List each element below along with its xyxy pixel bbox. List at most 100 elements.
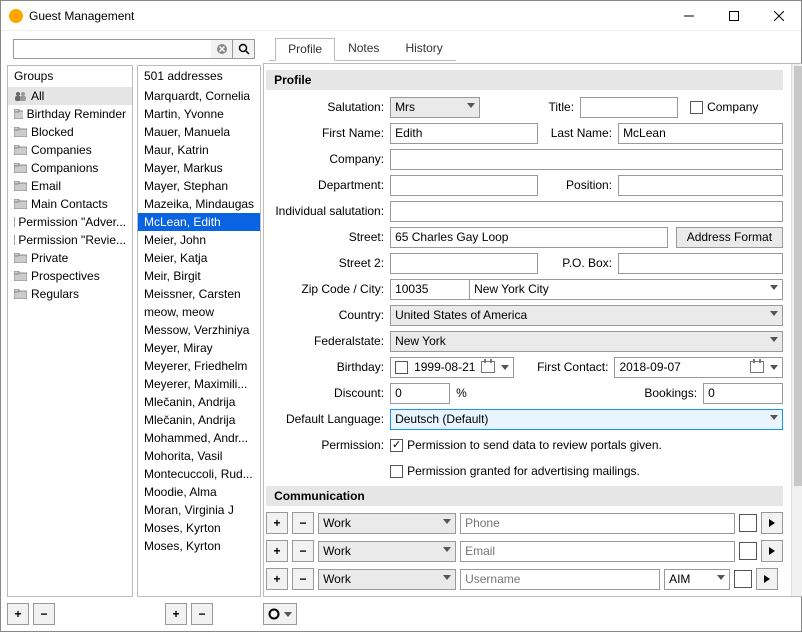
maximize-button[interactable] (711, 1, 756, 30)
pobox-input[interactable] (618, 253, 783, 274)
address-item[interactable]: Moses, Kyrton (138, 519, 260, 537)
tab-profile[interactable]: Profile (275, 38, 335, 61)
address-item[interactable]: Mayer, Stephan (138, 177, 260, 195)
address-item[interactable]: Mlečanin, Andrija (138, 393, 260, 411)
group-item[interactable]: Private (8, 249, 132, 267)
tab-history[interactable]: History (392, 37, 455, 60)
company-input[interactable] (390, 149, 783, 170)
tab-notes[interactable]: Notes (335, 37, 392, 60)
address-item[interactable]: Moran, Virginia J (138, 501, 260, 519)
comm-add-button[interactable]: + (266, 540, 288, 562)
comm-checkbox[interactable] (739, 542, 757, 560)
search-input[interactable] (13, 39, 211, 59)
comm-checkbox[interactable] (739, 514, 757, 532)
address-item[interactable]: Meier, John (138, 231, 260, 249)
address-item[interactable]: Meir, Birgit (138, 267, 260, 285)
comm-service-select[interactable]: AIM (664, 569, 730, 590)
comm-add-button[interactable]: + (266, 568, 288, 590)
address-item[interactable]: Meyer, Miray (138, 339, 260, 357)
street-input[interactable] (390, 227, 668, 248)
group-item[interactable]: Regulars (8, 285, 132, 303)
address-item[interactable]: Maur, Katrin (138, 141, 260, 159)
group-item[interactable]: Companies (8, 141, 132, 159)
address-item[interactable]: McLean, Edith (138, 213, 260, 231)
group-item[interactable]: Prospectives (8, 267, 132, 285)
comm-value-input[interactable] (460, 569, 660, 590)
comm-value-input[interactable] (460, 513, 735, 534)
birthday-picker[interactable]: 1999-08-21 (390, 357, 514, 378)
comm-add-button[interactable]: + (266, 512, 288, 534)
search-button[interactable] (233, 39, 255, 59)
address-item[interactable]: Mazeika, Mindaugas (138, 195, 260, 213)
city-select[interactable]: New York City (469, 279, 783, 300)
address-format-button[interactable]: Address Format (676, 227, 783, 248)
comm-action-button[interactable] (756, 568, 778, 590)
address-item[interactable]: Mohammed, Andr... (138, 429, 260, 447)
communication-section-header: Communication (266, 486, 783, 506)
title-input[interactable] (580, 97, 678, 118)
comm-remove-button[interactable]: − (292, 540, 314, 562)
perm-advertising-checkbox[interactable] (390, 465, 403, 478)
address-item[interactable]: Marquardt, Cornelia (138, 87, 260, 105)
group-item[interactable]: Main Contacts (8, 195, 132, 213)
discount-input[interactable] (390, 383, 450, 404)
comm-value-input[interactable] (460, 541, 735, 562)
perm-review-checkbox[interactable] (390, 439, 403, 452)
address-item[interactable]: Messow, Verzhiniya (138, 321, 260, 339)
content-scrollbar[interactable] (791, 64, 802, 596)
add-address-button[interactable]: + (165, 603, 187, 625)
comm-action-button[interactable] (761, 540, 783, 562)
address-item[interactable]: Mayer, Markus (138, 159, 260, 177)
position-input[interactable] (618, 175, 783, 196)
deflang-select[interactable]: Deutsch (Default) (390, 409, 783, 430)
group-item[interactable]: Blocked (8, 123, 132, 141)
address-item[interactable]: Meissner, Carsten (138, 285, 260, 303)
remove-address-button[interactable]: − (191, 603, 213, 625)
company-checkbox[interactable] (690, 101, 703, 114)
salutation-select[interactable]: Mrs (390, 97, 480, 118)
address-item[interactable]: meow, meow (138, 303, 260, 321)
add-group-button[interactable]: + (7, 603, 29, 625)
firstname-input[interactable] (390, 123, 538, 144)
zip-input[interactable] (390, 279, 470, 300)
birthday-enable-checkbox[interactable] (395, 361, 408, 374)
address-item[interactable]: Meyerer, Maximili... (138, 375, 260, 393)
firstcontact-picker[interactable]: 2018-09-07 (614, 357, 783, 378)
comm-type-select[interactable]: Work (318, 541, 456, 562)
title-label: Title: (480, 100, 580, 114)
address-item[interactable]: Moses, Kyrton (138, 537, 260, 555)
comm-remove-button[interactable]: − (292, 512, 314, 534)
group-item[interactable]: Permission "Adver... (8, 213, 132, 231)
street2-input[interactable] (390, 253, 538, 274)
close-button[interactable] (756, 1, 801, 30)
group-item[interactable]: Companions (8, 159, 132, 177)
address-item[interactable]: Moodie, Alma (138, 483, 260, 501)
remove-group-button[interactable]: − (33, 603, 55, 625)
comm-type-select[interactable]: Work (318, 513, 456, 534)
address-item[interactable]: Montecuccoli, Rud... (138, 465, 260, 483)
fedstate-select[interactable]: New York (390, 331, 783, 352)
settings-button[interactable] (263, 603, 297, 625)
group-item[interactable]: Permission "Revie... (8, 231, 132, 249)
bookings-input[interactable] (703, 383, 783, 404)
address-item[interactable]: Mohorita, Vasil (138, 447, 260, 465)
group-item[interactable]: Email (8, 177, 132, 195)
clear-search-button[interactable] (211, 39, 233, 59)
comm-action-button[interactable] (761, 512, 783, 534)
address-item[interactable]: Martin, Yvonne (138, 105, 260, 123)
country-select[interactable]: United States of America (390, 305, 783, 326)
group-item[interactable]: All (8, 87, 132, 105)
address-item[interactable]: Meier, Katja (138, 249, 260, 267)
address-item[interactable]: Meyerer, Friedhelm (138, 357, 260, 375)
address-item[interactable]: Mlečanin, Andrija (138, 411, 260, 429)
group-item[interactable]: Birthday Reminder (8, 105, 132, 123)
comm-type-select[interactable]: Work (318, 569, 456, 590)
indsal-input[interactable] (390, 201, 783, 222)
lastname-input[interactable] (618, 123, 783, 144)
calendar-icon (750, 361, 764, 373)
comm-remove-button[interactable]: − (292, 568, 314, 590)
address-item[interactable]: Mauer, Manuela (138, 123, 260, 141)
comm-checkbox[interactable] (734, 570, 752, 588)
department-input[interactable] (390, 175, 538, 196)
minimize-button[interactable] (666, 1, 711, 30)
